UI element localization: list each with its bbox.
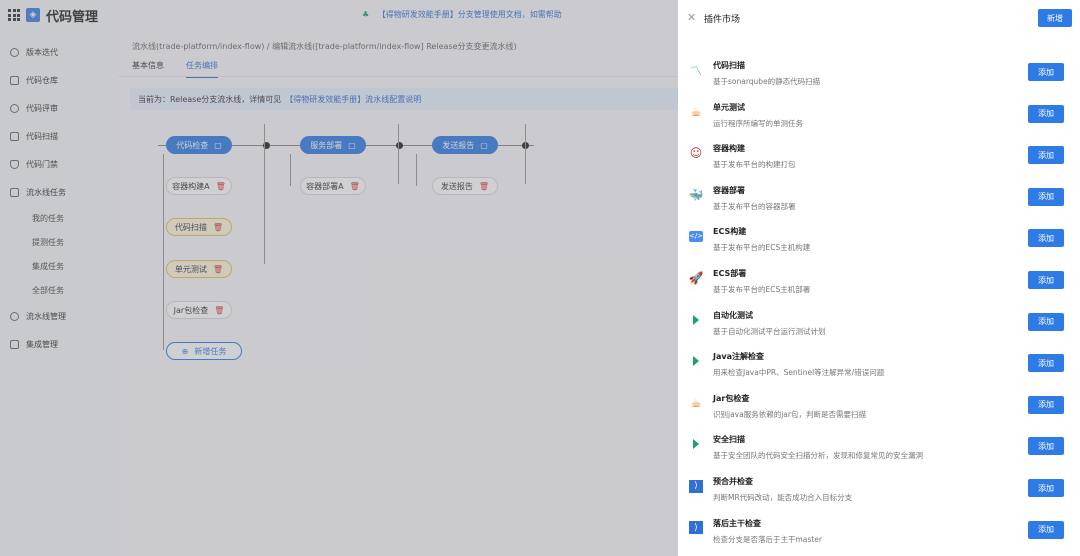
- plugin-desc: 基于自动化测试平台运行测试计划: [713, 326, 826, 336]
- plugin-desc: 用来检查Java中PR、Sentinel等注解异常/错误问题: [713, 368, 885, 378]
- plugin-item: ⟩ 落后主干检查检查分支是否落后于主干master 添加: [678, 514, 1080, 555]
- plugin-name: ECS构建: [713, 227, 747, 237]
- plugin-name: 容器构建: [713, 144, 745, 154]
- plugin-item: </> ECS构建基于发布平台的ECS主机构建 添加: [678, 222, 1080, 263]
- vs-icon: ⟩: [688, 478, 704, 494]
- panel-title: 插件市场: [704, 15, 741, 25]
- plugin-item: ☺ 容器构建基于发布平台的构建打包 添加: [678, 139, 1080, 180]
- new-plugin-button[interactable]: 新增: [1038, 9, 1072, 27]
- plugin-market-panel: ✕ 插件市场 新增 〽代码扫描 基于sonarqube的静态代码扫描 添加 ☕ 单元测试…: [678, 0, 1080, 556]
- green-arrow-icon: [688, 353, 704, 369]
- plugin-desc: 检查分支是否落后于主干master: [713, 534, 822, 544]
- plugin-item: 🚀 ECS部署基于发布平台的ECS主机部署 添加: [678, 264, 1080, 305]
- plugin-item: 自动化测试基于自动化测试平台运行测试计划 添加: [678, 306, 1080, 347]
- plugin-name: Java注解检查: [713, 352, 764, 362]
- plugin-desc: 基于安全团队的代码安全扫描分析，发现和修复常见的安全漏洞: [713, 451, 923, 461]
- modal-overlay[interactable]: [0, 0, 678, 556]
- sonar-icon: 〽: [689, 63, 702, 78]
- add-plugin-button[interactable]: 添加: [1028, 63, 1064, 81]
- plugin-item: 〽 代码扫描基于sonarqube的静态代码扫描 添加: [678, 56, 1080, 97]
- plugin-item: ☕ Jar包检查识别java服务依赖的jar包，判断是否需要扫描 添加: [678, 389, 1080, 430]
- plugin-name: 单元测试: [713, 102, 745, 112]
- add-plugin-button[interactable]: 添加: [1028, 146, 1064, 165]
- add-plugin-button[interactable]: 添加: [1028, 187, 1064, 206]
- plugin-desc: 基于发布平台的构建打包: [713, 160, 796, 170]
- add-plugin-button[interactable]: 添加: [1028, 479, 1064, 497]
- plugin-desc: 基于发布平台的容器部署: [713, 201, 796, 211]
- add-plugin-button[interactable]: 添加: [1028, 271, 1064, 289]
- plugin-item: 🐳 容器部署基于发布平台的容器部署 添加: [678, 181, 1080, 222]
- add-plugin-button[interactable]: 添加: [1028, 312, 1064, 331]
- plugin-name: 代码扫描: [713, 61, 745, 70]
- plugin-name: 容器部署: [713, 185, 745, 195]
- add-plugin-button[interactable]: 添加: [1028, 104, 1064, 123]
- close-icon[interactable]: ✕: [687, 11, 696, 24]
- java-icon: ☕: [690, 395, 702, 410]
- app-root: ◈ 代码管理 版本迭代 代码仓库 代码评审 代码扫描 代码门禁 流水线任务 我的…: [0, 0, 1080, 556]
- panel-header: ✕ 插件市场 新增: [678, 0, 1080, 38]
- add-plugin-button[interactable]: 添加: [1028, 520, 1064, 539]
- plugin-desc: 基于发布平台的ECS主机构建: [713, 243, 811, 253]
- add-plugin-button[interactable]: 添加: [1028, 437, 1064, 456]
- plugin-desc: 基于sonarqube的静态代码扫描: [713, 77, 821, 86]
- docker-icon: 🐳: [688, 187, 704, 202]
- plugin-name: 预合并检查: [713, 477, 753, 486]
- plugin-name: Jar包检查: [713, 393, 750, 403]
- vs-icon: ⟩: [688, 520, 704, 536]
- green-arrow-icon: [688, 436, 704, 452]
- add-plugin-button[interactable]: 添加: [1028, 229, 1064, 248]
- rocket-icon: 🚀: [688, 271, 704, 285]
- plugin-item: 安全扫描基于安全团队的代码安全扫描分析，发现和修复常见的安全漏洞 添加: [678, 430, 1080, 471]
- java-icon: ☕: [690, 104, 702, 119]
- plugin-desc: 运行程序所编写的单测任务: [713, 118, 803, 128]
- plugin-desc: 基于发布平台的ECS主机部署: [713, 285, 811, 294]
- code-icon: </>: [688, 230, 704, 242]
- plugin-item: ⟩ 预合并检查判断MR代码改动，能否成功合入目标分支 添加: [678, 472, 1080, 513]
- plugin-desc: 判断MR代码改动，能否成功合入目标分支: [713, 493, 853, 502]
- add-plugin-button[interactable]: 添加: [1028, 395, 1064, 414]
- green-arrow-icon: [688, 312, 704, 328]
- plugin-item: Java注解检查用来检查Java中PR、Sentinel等注解异常/错误问题 添加: [678, 347, 1080, 388]
- plugin-name: ECS部署: [713, 269, 747, 278]
- add-plugin-button[interactable]: 添加: [1028, 354, 1064, 373]
- jenkins-icon: ☺: [689, 146, 703, 161]
- plugin-desc: 识别java服务依赖的jar包，判断是否需要扫描: [713, 409, 866, 419]
- plugin-item: ☕ 单元测试运行程序所编写的单测任务 添加: [678, 98, 1080, 139]
- plugin-name: 落后主干检查: [713, 518, 761, 528]
- plugin-name: 自动化测试: [713, 310, 753, 320]
- plugin-name: 安全扫描: [713, 435, 745, 445]
